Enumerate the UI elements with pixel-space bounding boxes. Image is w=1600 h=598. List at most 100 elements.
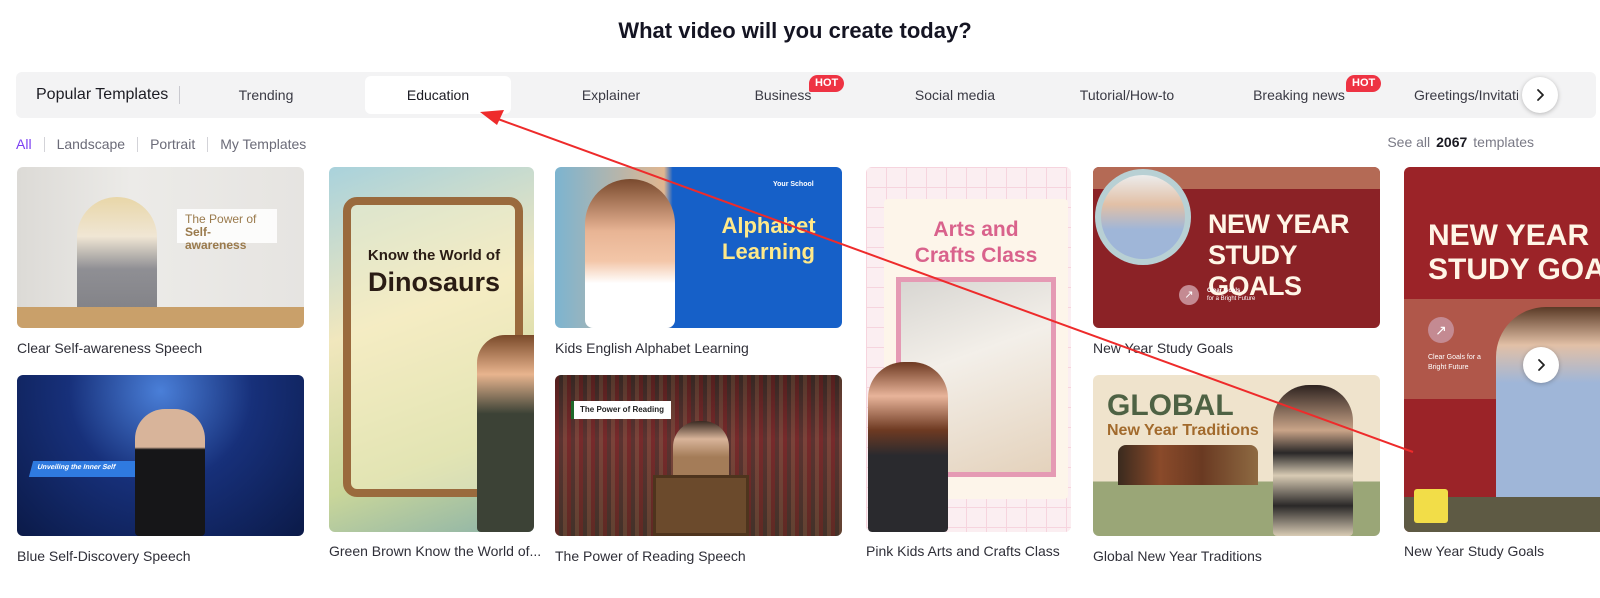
tab-greetings-invitations[interactable]: Greetings/Invitatio <box>1398 76 1518 114</box>
thumbnail-caption: Alphabet Learning <box>695 213 842 265</box>
template-card[interactable]: Unveiling the Inner Self Blue Self-Disco… <box>17 375 304 575</box>
filter-my-templates[interactable]: My Templates <box>220 136 306 152</box>
thumb-line: Know the World of <box>367 247 501 264</box>
template-thumbnail: The Power of Reading <box>555 375 842 536</box>
tab-label: Social media <box>914 87 996 103</box>
tab-label: Greetings/Invitatio <box>1414 87 1518 103</box>
page-title: What video will you create today? <box>618 18 972 43</box>
divider <box>207 136 209 152</box>
filter-landscape[interactable]: Landscape <box>57 136 126 152</box>
divider <box>179 86 180 104</box>
tab-social-media[interactable]: Social media <box>882 76 1028 114</box>
thumbnail-subcaption: Clear Goals for a Bright Future <box>1428 353 1498 373</box>
template-card[interactable]: NEW YEAR STUDY GOALS ↗ Clear Goals for a… <box>1093 167 1380 367</box>
template-card[interactable]: Arts and Crafts Class Pink Kids Arts and… <box>866 167 1071 567</box>
template-card[interactable]: The Power of Reading The Power of Readin… <box>555 375 842 575</box>
presenter-figure <box>673 421 729 481</box>
template-card[interactable]: The Power of Self-awareness Clear Self-a… <box>17 167 304 367</box>
thumb-line: Arts and <box>933 218 1019 241</box>
thumbnail-caption: NEW YEAR STUDY GOALS <box>1428 219 1600 287</box>
orientation-filters: All Landscape Portrait My Templates <box>16 134 306 154</box>
template-card[interactable]: GLOBAL New Year Traditions Global New Ye… <box>1093 375 1380 575</box>
divider <box>43 136 45 152</box>
presenter-figure <box>135 409 205 536</box>
thumb-line: Your School <box>773 181 814 188</box>
see-all-suffix: templates <box>1473 134 1534 150</box>
see-all-templates-link[interactable]: See all 2067 templates <box>1387 134 1534 150</box>
template-thumbnail: Unveiling the Inner Self <box>17 375 304 536</box>
divider <box>137 136 139 152</box>
template-title: Clear Self-awareness Speech <box>17 340 203 356</box>
chevron-right-icon <box>1538 359 1545 371</box>
arrow-up-right-icon: ↗ <box>1179 285 1199 305</box>
template-card[interactable]: Know the World of Dinosaurs Green Brown … <box>329 167 541 567</box>
thumb-line: Clear Goals for a <box>1428 354 1481 361</box>
template-title: The Power of Reading Speech <box>555 548 746 564</box>
tab-business[interactable]: Business HOT <box>710 75 856 114</box>
template-title: Pink Kids Arts and Crafts Class <box>866 543 1060 559</box>
template-thumbnail: GLOBAL New Year Traditions <box>1093 375 1380 536</box>
chevron-right-icon <box>1537 89 1544 101</box>
template-thumbnail: NEW YEAR STUDY GOALS ↗ Clear Goals for a… <box>1404 167 1600 532</box>
template-title: Global New Year Traditions <box>1093 548 1262 564</box>
thumb-line: New Year Traditions <box>1107 422 1259 439</box>
thumb-line: Dinosaurs <box>367 267 501 297</box>
thumb-line: for a Bright Future <box>1207 296 1256 302</box>
mug <box>1414 489 1448 523</box>
template-title: Kids English Alphabet Learning <box>555 340 749 356</box>
thumb-line: GLOBAL <box>1107 389 1234 422</box>
teacher-figure <box>868 362 948 532</box>
template-card[interactable]: Your School Alphabet Learning Kids Engli… <box>555 167 842 367</box>
presenter-circle <box>1095 169 1191 265</box>
tab-label: Tutorial/How-to <box>1079 87 1175 103</box>
tab-label: Explainer <box>581 87 641 103</box>
tab-tutorial-how-to[interactable]: Tutorial/How-to <box>1054 76 1200 114</box>
illustration <box>1118 445 1258 485</box>
template-count: 2067 <box>1436 134 1468 150</box>
template-card[interactable]: NEW YEAR STUDY GOALS ↗ Clear Goals for a… <box>1404 167 1600 567</box>
template-title: Blue Self-Discovery Speech <box>17 548 191 564</box>
tabs-next-button[interactable] <box>1522 77 1558 113</box>
thumb-line: Self-awareness <box>185 225 247 252</box>
template-thumbnail: The Power of Self-awareness <box>17 167 304 328</box>
tab-explainer[interactable]: Explainer <box>538 76 684 114</box>
template-title: Green Brown Know the World of... <box>329 543 542 559</box>
thumb-line: NEW YEAR <box>1208 209 1350 239</box>
tab-label: Breaking news <box>1253 87 1345 103</box>
tab-trending[interactable]: Trending <box>193 76 339 114</box>
filter-all[interactable]: All <box>16 136 32 152</box>
teacher-figure <box>477 335 534 532</box>
thumbnail-caption: Unveiling the Inner Self <box>28 461 144 477</box>
template-thumbnail: NEW YEAR STUDY GOALS ↗ Clear Goals for a… <box>1093 167 1380 328</box>
arrow-up-right-icon: ↗ <box>1428 317 1454 343</box>
thumb-line: Clear Goals <box>1207 288 1241 294</box>
tab-label: Education <box>406 87 470 103</box>
hot-badge: HOT <box>1346 75 1382 92</box>
thumbnail-subcaption: Clear Goals for a Bright Future <box>1207 287 1255 303</box>
thumbnail-caption: The Power of Reading <box>571 401 671 419</box>
template-thumbnail: Arts and Crafts Class <box>866 167 1071 532</box>
presenter-figure <box>1101 175 1185 259</box>
thumb-line: STUDY GOALS <box>1428 253 1600 286</box>
thumb-line: NEW YEAR <box>1428 219 1590 252</box>
thumb-line: Alphabet <box>721 213 816 238</box>
category-tab-bar: Popular Templates Trending Education Exp… <box>16 72 1596 118</box>
podium <box>653 475 749 536</box>
template-title: New Year Study Goals <box>1404 543 1545 559</box>
thumb-line: Bright Future <box>1428 364 1469 371</box>
template-title: New Year Study Goals <box>1093 340 1234 356</box>
carousel-next-button[interactable] <box>1523 347 1559 383</box>
template-thumbnail: Know the World of Dinosaurs <box>329 167 534 532</box>
see-all-prefix: See all <box>1387 134 1431 150</box>
tab-breaking-news[interactable]: Breaking news HOT <box>1226 75 1382 114</box>
presenter-figure <box>1496 307 1600 497</box>
presenter-figure <box>1273 385 1353 536</box>
thumbnail-caption: The Power of Self-awareness <box>177 209 277 252</box>
filter-portrait[interactable]: Portrait <box>150 136 195 152</box>
thumb-line: Crafts Class <box>914 244 1038 267</box>
child-figure <box>585 179 675 328</box>
thumbnail-caption: Arts and Crafts Class <box>884 217 1068 269</box>
tab-education[interactable]: Education <box>365 76 511 114</box>
popular-templates-label: Popular Templates <box>36 86 169 103</box>
tab-label: Business <box>754 87 812 103</box>
